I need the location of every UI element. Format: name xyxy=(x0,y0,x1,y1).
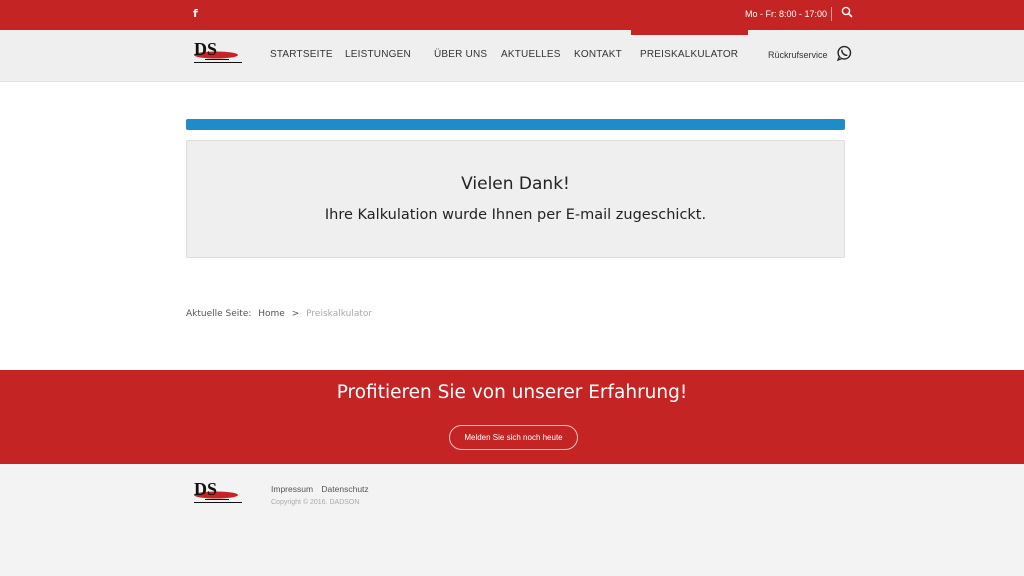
divider xyxy=(831,7,832,21)
breadcrumb-separator: > xyxy=(291,309,300,319)
svg-text:DS: DS xyxy=(194,479,217,499)
nav-item-ueber-uns[interactable]: ÜBER UNS xyxy=(434,49,487,60)
breadcrumb-home-link[interactable]: Home xyxy=(258,309,285,319)
facebook-icon[interactable]: f xyxy=(193,7,198,20)
top-bar: f Mo - Fr: 8:00 - 17:00 xyxy=(0,0,1024,30)
whatsapp-icon[interactable] xyxy=(836,45,852,61)
breadcrumb-label: Aktuelle Seite: xyxy=(186,309,252,319)
footer-link-datenschutz[interactable]: Datenschutz xyxy=(321,484,368,494)
footer-ds-logo[interactable]: DS xyxy=(192,478,244,508)
search-icon[interactable] xyxy=(841,6,853,18)
progress-bar xyxy=(186,119,845,130)
callback-service-link[interactable]: Rückrufservice xyxy=(768,50,828,60)
active-nav-indicator xyxy=(631,30,748,35)
svg-text:DS: DS xyxy=(194,39,217,59)
footer-links: Impressum Datenschutz xyxy=(271,484,375,494)
cta-banner: Profitieren Sie von unserer Erfahrung! M… xyxy=(0,370,1024,464)
nav-item-preiskalkulator[interactable]: PREISKALKULATOR xyxy=(640,49,738,60)
copyright: Copyright © 2016. DADSON xyxy=(271,499,360,506)
cta-signup-button[interactable]: Melden Sie sich noch heute xyxy=(449,425,578,450)
nav-item-leistungen[interactable]: LEISTUNGEN xyxy=(345,49,411,60)
confirmation-box: Vielen Dank! Ihre Kalkulation wurde Ihne… xyxy=(186,140,845,258)
confirmation-title: Vielen Dank! xyxy=(461,174,570,194)
ds-logo[interactable]: DS xyxy=(192,38,244,68)
confirmation-message: Ihre Kalkulation wurde Ihnen per E-mail … xyxy=(324,207,707,223)
opening-hours: Mo - Fr: 8:00 - 17:00 xyxy=(745,9,828,19)
nav-item-kontakt[interactable]: KONTAKT xyxy=(574,49,622,60)
footer-link-impressum[interactable]: Impressum xyxy=(271,484,313,494)
main-navigation: DS STARTSEITE LEISTUNGEN ÜBER UNS AKTUEL… xyxy=(0,30,1024,82)
footer: DS Impressum Datenschutz Copyright © 201… xyxy=(0,464,1024,576)
breadcrumb-current: Preiskalkulator xyxy=(306,309,373,319)
breadcrumb: Aktuelle Seite: Home > Preiskalkulator xyxy=(186,309,376,319)
nav-item-startseite[interactable]: STARTSEITE xyxy=(270,49,333,60)
cta-title: Profitieren Sie von unserer Erfahrung! xyxy=(336,382,688,403)
nav-item-aktuelles[interactable]: AKTUELLES xyxy=(501,49,561,60)
